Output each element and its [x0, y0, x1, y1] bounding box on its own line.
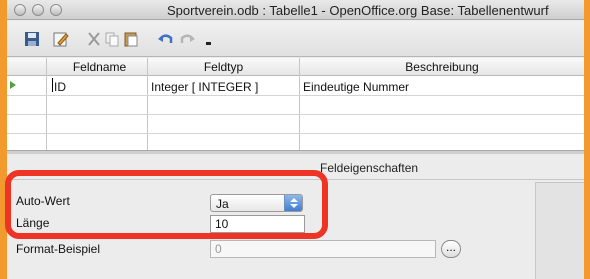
- save-icon[interactable]: [23, 30, 41, 48]
- undo-icon[interactable]: [156, 30, 174, 48]
- cell-field-type[interactable]: Integer [ INTEGER ]: [151, 80, 258, 94]
- cell-field-name[interactable]: ID: [54, 80, 66, 94]
- cut-icon[interactable]: [85, 30, 103, 48]
- text-cursor: [52, 78, 53, 92]
- highlight-annotation: [5, 170, 328, 239]
- table-header: Feldname Feldtyp Beschreibung: [7, 58, 584, 76]
- format-example-value: 0: [215, 242, 222, 256]
- redo-icon[interactable]: [179, 30, 197, 48]
- edit-icon[interactable]: [52, 30, 70, 48]
- help-panel: [535, 182, 584, 279]
- format-options-button[interactable]: ...: [441, 240, 461, 258]
- minimize-window-button[interactable]: [32, 4, 44, 16]
- column-header-feldtyp[interactable]: Feldtyp: [148, 60, 299, 74]
- accent-border-right: [584, 0, 590, 279]
- paste-icon[interactable]: [122, 30, 140, 48]
- row-divider: [7, 133, 584, 134]
- copy-icon[interactable]: [103, 30, 121, 48]
- current-row-indicator: [10, 81, 16, 89]
- accent-border-left: [0, 0, 7, 279]
- dropdown-icon[interactable]: [200, 30, 211, 48]
- toolbar: [7, 21, 584, 57]
- field-table: Feldname Feldtyp Beschreibung ID Integer…: [7, 58, 584, 150]
- row-divider: [7, 95, 584, 96]
- window-title: Sportverein.odb : Tabelle1 - OpenOffice.…: [167, 3, 549, 18]
- properties-title: Feldeigenschaften: [320, 161, 419, 175]
- format-example-label: Format-Beispiel: [16, 242, 101, 256]
- column-header-beschreibung[interactable]: Beschreibung: [300, 60, 584, 74]
- column-header-feldname[interactable]: Feldname: [52, 60, 147, 74]
- column-divider: [299, 58, 300, 150]
- row-divider: [7, 114, 584, 115]
- format-example-field: 0: [210, 240, 436, 258]
- column-divider: [147, 58, 148, 150]
- zoom-window-button[interactable]: [50, 4, 62, 16]
- window-titlebar[interactable]: Sportverein.odb : Tabelle1 - OpenOffice.…: [7, 0, 584, 20]
- column-divider: [46, 58, 47, 150]
- cell-field-description[interactable]: Eindeutige Nummer: [303, 80, 409, 94]
- close-window-button[interactable]: [14, 4, 26, 16]
